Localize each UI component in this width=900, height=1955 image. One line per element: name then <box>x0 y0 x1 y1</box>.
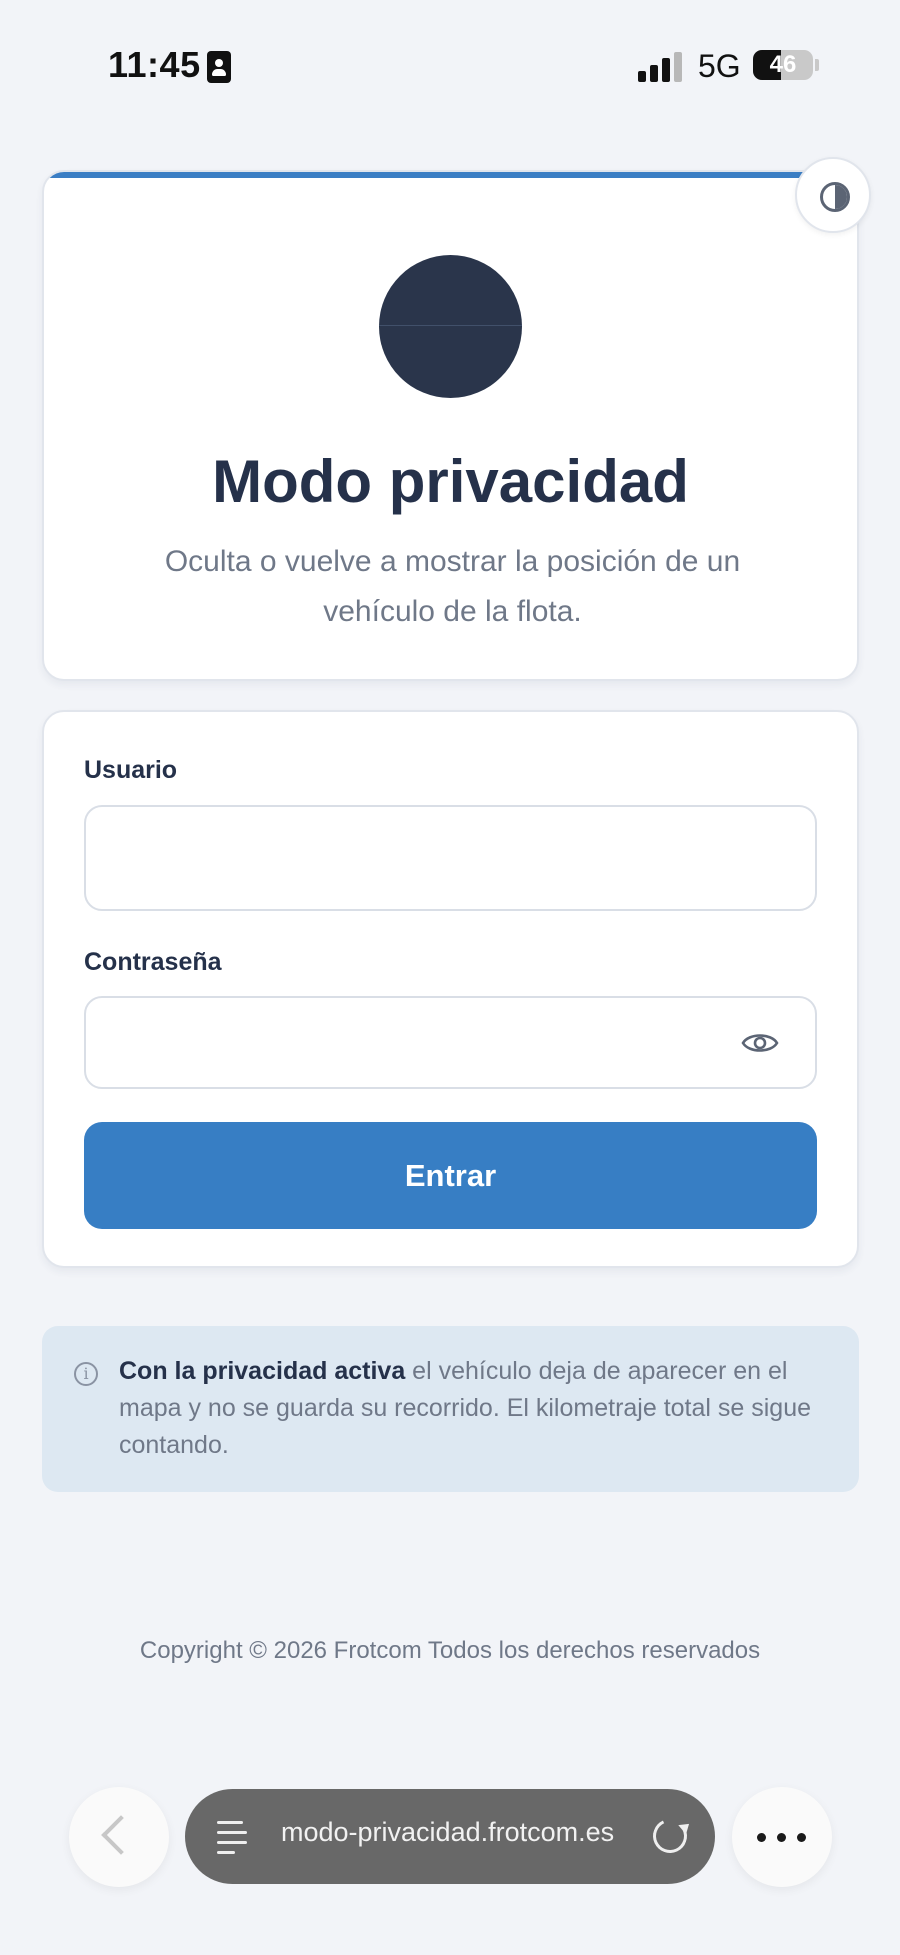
status-bar: 11:45 5G 46 <box>0 0 900 130</box>
url-text[interactable]: modo-privacidad.frotcom.es <box>281 1817 621 1857</box>
network-type: 5G <box>698 48 741 84</box>
contact-card-icon <box>207 51 231 83</box>
status-time: 11:45 <box>108 44 201 85</box>
app-logo <box>379 255 522 398</box>
more-options-button[interactable] <box>732 1787 832 1887</box>
accent-bar <box>44 172 857 178</box>
info-icon: i <box>74 1362 98 1386</box>
info-banner: i Con la privacidad activa el vehículo d… <box>42 1326 859 1492</box>
show-password-icon[interactable] <box>741 1030 779 1056</box>
page-subtitle: Oculta o vuelve a mostrar la posición de… <box>164 545 741 628</box>
contrast-icon <box>820 182 850 212</box>
theme-toggle-button[interactable] <box>795 157 871 233</box>
info-bold-text: Con la privacidad activa <box>119 1357 406 1385</box>
battery-level: 46 <box>769 51 797 78</box>
page-title: Modo privacidad <box>212 448 689 515</box>
submit-button[interactable]: Entrar <box>84 1122 817 1229</box>
header-card: Modo privacidad Oculta o vuelve a mostra… <box>42 170 859 681</box>
address-bar[interactable]: modo-privacidad.frotcom.es <box>185 1789 715 1884</box>
username-input[interactable] <box>84 805 817 911</box>
battery-icon: 46 <box>753 50 813 80</box>
info-text: Con la privacidad activa el vehículo dej… <box>119 1353 839 1464</box>
reload-icon[interactable] <box>648 1814 692 1858</box>
cellular-signal-icon <box>638 52 684 82</box>
login-form: Usuario Contraseña Entrar <box>42 710 859 1268</box>
chevron-left-icon <box>101 1815 141 1855</box>
username-label: Usuario <box>84 756 178 784</box>
tabs-icon[interactable] <box>217 1819 249 1855</box>
battery-tip <box>815 59 819 71</box>
copyright: Copyright © 2026 Frotcom Todos los derec… <box>139 1637 761 1664</box>
back-button[interactable] <box>69 1787 169 1887</box>
password-input[interactable] <box>84 996 817 1089</box>
password-label: Contraseña <box>84 948 222 976</box>
